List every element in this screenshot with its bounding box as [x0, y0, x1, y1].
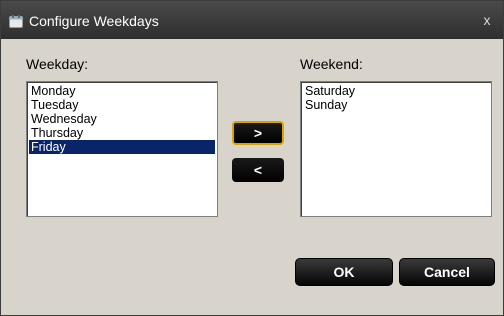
- list-item[interactable]: Monday: [29, 84, 215, 98]
- weekend-label: Weekend:: [300, 56, 363, 72]
- weekday-label: Weekday:: [26, 56, 88, 72]
- weekday-list: Monday Tuesday Wednesday Thursday Friday: [27, 82, 217, 156]
- list-item[interactable]: Wednesday: [29, 112, 215, 126]
- move-to-weekend-button[interactable]: >: [232, 121, 284, 145]
- weekend-list: Saturday Sunday: [301, 82, 491, 114]
- weekend-listbox[interactable]: Saturday Sunday: [300, 81, 492, 217]
- ok-button[interactable]: OK: [295, 258, 393, 286]
- list-item[interactable]: Sunday: [303, 98, 489, 112]
- list-item[interactable]: Tuesday: [29, 98, 215, 112]
- close-button[interactable]: x: [479, 11, 495, 29]
- cancel-button[interactable]: Cancel: [399, 258, 495, 286]
- title-bar[interactable]: Configure Weekdays x: [1, 1, 503, 39]
- weekday-listbox[interactable]: Monday Tuesday Wednesday Thursday Friday: [26, 81, 218, 217]
- list-item[interactable]: Saturday: [303, 84, 489, 98]
- list-item[interactable]: Friday: [29, 140, 215, 154]
- dialog-title: Configure Weekdays: [29, 13, 159, 29]
- move-to-weekday-button[interactable]: <: [232, 158, 284, 182]
- configure-weekdays-dialog: Configure Weekdays x Weekday: Monday Tues…: [0, 0, 504, 316]
- calendar-icon: [9, 15, 23, 28]
- list-item[interactable]: Thursday: [29, 126, 215, 140]
